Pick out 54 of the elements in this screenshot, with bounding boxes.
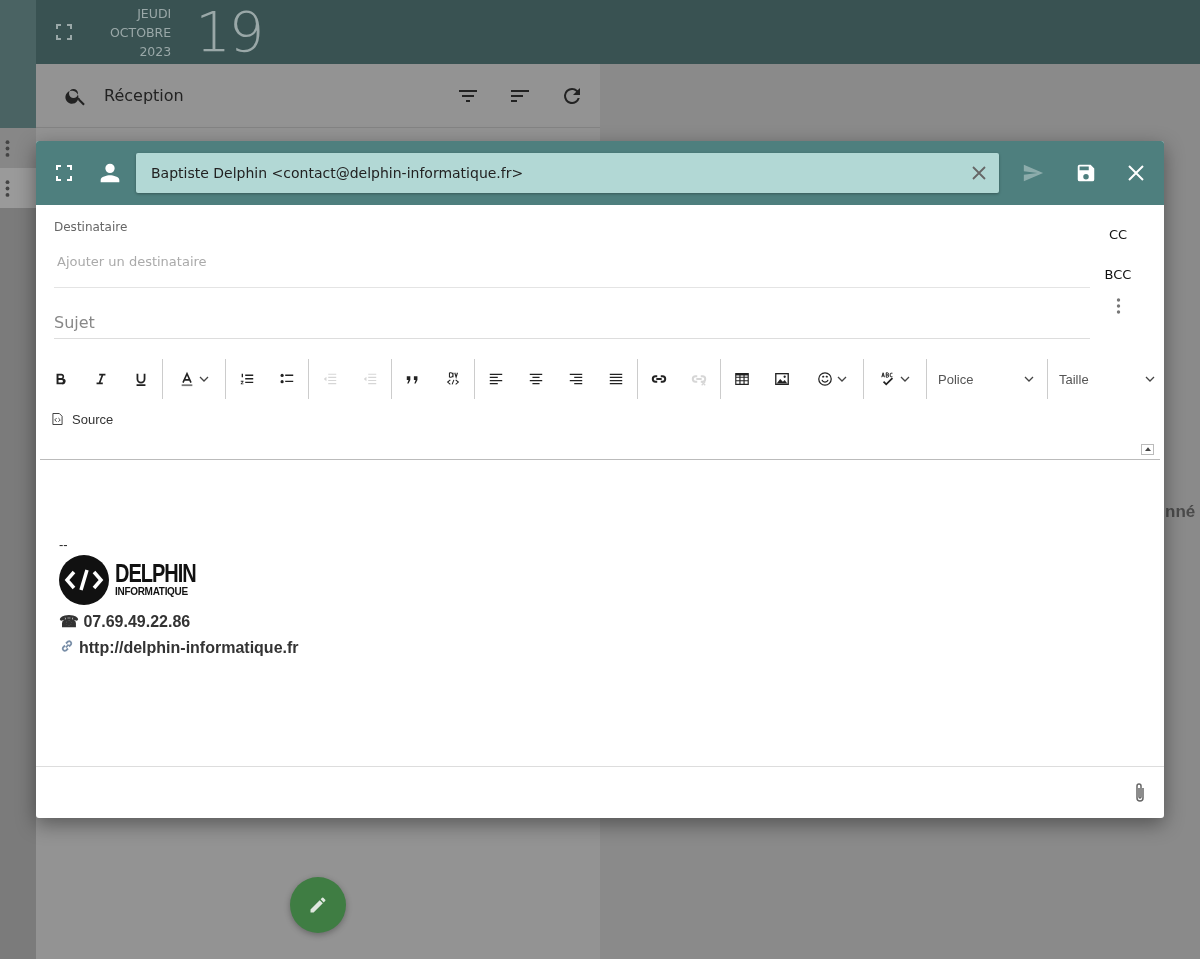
folder-title: Réception (104, 86, 184, 105)
justify-icon (608, 371, 624, 387)
pencil-icon (308, 895, 328, 915)
code-file-icon (52, 412, 63, 426)
year-label: 2023 (139, 42, 172, 61)
textcolor-icon (179, 371, 195, 387)
link-icon (59, 638, 75, 654)
weekday-label: JEUDI (137, 4, 172, 23)
fullscreen-icon[interactable] (56, 24, 72, 40)
caret-icon (1145, 376, 1155, 382)
more-icon[interactable] (1115, 298, 1121, 314)
save-icon[interactable] (1075, 162, 1097, 184)
caret-icon (900, 376, 910, 382)
logo-icon (59, 555, 109, 605)
sender-field[interactable]: Baptiste Delphin <contact@delphin-informatique.fr> (136, 153, 999, 193)
right-icon (568, 371, 584, 387)
outdent-icon (322, 371, 338, 387)
website-link[interactable]: http://delphin-informatique.fr (79, 635, 299, 661)
div-icon (445, 371, 461, 387)
caret-icon (1024, 376, 1034, 382)
cc-button[interactable]: CC (1100, 214, 1136, 254)
triangle-icon (1144, 447, 1151, 451)
center-icon (528, 371, 544, 387)
left-icon (488, 371, 504, 387)
spell-icon (880, 371, 896, 387)
table-icon (734, 371, 750, 387)
image-icon (774, 371, 790, 387)
caret-icon (199, 376, 209, 382)
message-editor[interactable]: -- DELPHIN INFORMATIQUE ☎ 07.69.49.22.86 http://delphin-informatique.fr (36, 460, 1164, 767)
collapse-toolbar-button[interactable] (1141, 443, 1154, 455)
bcc-button[interactable]: BCC (1096, 254, 1140, 294)
month-label: OCTOBRE (110, 23, 172, 42)
numbered-icon (239, 371, 255, 387)
emoji-icon (817, 371, 833, 387)
dropdown[interactable]: Police (928, 359, 1046, 399)
recipient-field[interactable]: Ajouter un destinataire (54, 235, 1090, 288)
compose-button[interactable] (290, 877, 346, 933)
more-icon[interactable] (5, 139, 10, 157)
background-text: nné (1165, 502, 1196, 522)
caret-icon (837, 376, 847, 382)
logo-subtitle: INFORMATIQUE (115, 587, 189, 597)
day-number: 19 (195, 0, 263, 64)
logo-name: DELPHIN (115, 560, 196, 586)
phone-number: ☎ 07.69.49.22.86 (59, 612, 191, 632)
more-icon[interactable] (5, 179, 10, 197)
signature-separator: -- (59, 538, 68, 552)
close-icon[interactable] (1128, 165, 1144, 181)
indent-icon (362, 371, 378, 387)
subject-field[interactable]: Sujet (54, 306, 1090, 339)
source-button[interactable]: Source (52, 411, 114, 427)
clear-icon[interactable] (972, 166, 986, 180)
dropdown[interactable]: Taille (1049, 359, 1164, 399)
attachment-icon[interactable] (1134, 780, 1146, 805)
recipient-label: Destinataire (54, 219, 129, 235)
